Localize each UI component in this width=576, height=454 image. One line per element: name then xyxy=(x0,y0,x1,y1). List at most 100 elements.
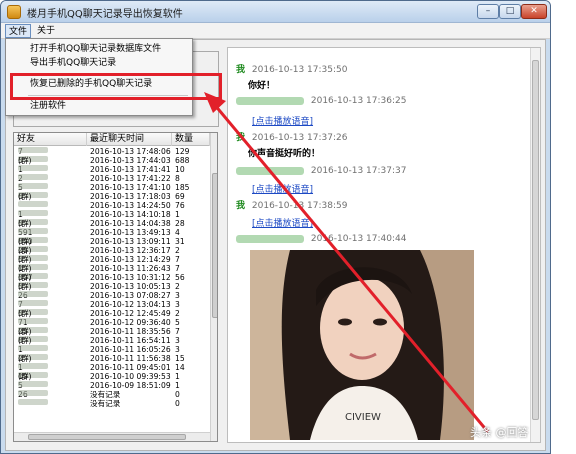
chat-scrollbar[interactable] xyxy=(530,48,540,442)
message-count: 10 xyxy=(175,165,185,174)
list-row[interactable]: 5912016-10-13 13:49:134 xyxy=(14,228,210,237)
message-count: 0 xyxy=(175,399,180,408)
list-row[interactable]: 72016-10-12 13:04:133 xyxy=(14,300,210,309)
highlight-box xyxy=(10,73,222,100)
friend-list[interactable]: 好友 最近聊天时间 数量 72016-10-13 17:48:06129 5(群)… xyxy=(13,132,218,442)
chat-scroll-thumb[interactable] xyxy=(532,60,539,420)
column-count[interactable]: 数量 xyxy=(172,133,210,146)
list-horizontal-scrollbar[interactable] xyxy=(14,432,210,441)
sender-contact-blurred xyxy=(236,234,304,243)
message-text: 你好！ xyxy=(248,81,276,91)
list-row[interactable]: 26没有记录0 xyxy=(14,390,210,399)
photo-illustration: CIVIEW xyxy=(250,250,474,440)
message-count: 3 xyxy=(175,300,180,309)
list-row[interactable]: 12016-10-13 17:41:4110 xyxy=(14,165,210,174)
column-friend[interactable]: 好友 xyxy=(14,133,87,146)
last-chat-time: 2016-10-11 16:54:11 xyxy=(90,336,171,345)
list-row[interactable]: 52016-10-09 18:51:091 xyxy=(14,381,210,390)
list-row[interactable]: 5(群)2016-10-13 12:14:297 xyxy=(14,255,210,264)
last-chat-time: 2016-10-12 12:45:49 xyxy=(90,309,171,318)
last-chat-time: 2016-10-12 09:36:40 xyxy=(90,318,171,327)
message-count: 76 xyxy=(175,201,185,210)
message-header: 2016-10-13 17:36:25 xyxy=(236,96,406,106)
blurred-name xyxy=(18,363,48,369)
list-row[interactable]: 5(群)2016-10-12 12:45:492 xyxy=(14,309,210,318)
list-row[interactable]: 22016-10-13 17:41:228 xyxy=(14,174,210,183)
title-bar[interactable]: 楼月手机QQ聊天记录导出恢复软件 – □ ✕ xyxy=(1,1,550,23)
list-row[interactable]: 12016-10-11 16:05:263 xyxy=(14,345,210,354)
blurred-name xyxy=(18,291,48,297)
column-last-chat-time[interactable]: 最近聊天时间 xyxy=(87,133,172,146)
list-row[interactable]: 1(群)2016-10-13 11:26:437 xyxy=(14,264,210,273)
list-row[interactable]: 52016-10-13 17:41:10185 xyxy=(14,183,210,192)
message-header: 我 2016-10-13 17:38:59 xyxy=(236,198,347,211)
last-chat-time: 2016-10-11 16:05:26 xyxy=(90,345,171,354)
list-scroll-thumb[interactable] xyxy=(212,173,217,318)
last-chat-time: 2016-10-13 17:44:03 xyxy=(90,156,171,165)
menu-bar: 文件 关于 xyxy=(1,23,550,39)
list-row[interactable]: 262016-10-13 07:08:273 xyxy=(14,291,210,300)
last-chat-time: 2016-10-13 13:49:13 xyxy=(90,228,171,237)
message-time: 2016-10-13 17:35:50 xyxy=(251,65,348,75)
message-count: 0 xyxy=(175,390,180,399)
list-row[interactable]: 12016-10-13 14:10:181 xyxy=(14,210,210,219)
message-time: 2016-10-13 17:38:59 xyxy=(251,201,348,211)
list-row[interactable]: 8(群)2016-10-11 16:54:113 xyxy=(14,336,210,345)
list-row[interactable]: 5(群)2016-10-13 14:04:3828 xyxy=(14,219,210,228)
blurred-name xyxy=(18,183,48,189)
blurred-name xyxy=(18,381,48,387)
blurred-name xyxy=(18,201,48,207)
list-row[interactable]: 307(群)2016-10-13 10:31:1256 xyxy=(14,273,210,282)
blurred-name xyxy=(18,318,48,324)
message-header: 我 2016-10-13 17:35:50 xyxy=(236,62,347,75)
message-count: 1 xyxy=(175,372,180,381)
message-count: 1 xyxy=(175,381,180,390)
list-row[interactable]: 712016-10-12 09:36:405 xyxy=(14,318,210,327)
list-row[interactable]: 6(群)2016-10-13 17:18:0369 xyxy=(14,192,210,201)
last-chat-time: 2016-10-10 09:39:53 xyxy=(90,372,171,381)
message-count: 5 xyxy=(175,318,180,327)
message-count: 3 xyxy=(175,336,180,345)
menu-about[interactable]: 关于 xyxy=(34,24,58,38)
minimize-button[interactable]: – xyxy=(477,4,499,19)
last-chat-time: 2016-10-13 07:08:27 xyxy=(90,291,171,300)
last-chat-time: 2016-10-13 17:41:10 xyxy=(90,183,171,192)
close-button[interactable]: ✕ xyxy=(521,4,547,19)
list-row[interactable]: 5(群)2016-10-13 17:44:03688 xyxy=(14,156,210,165)
list-row[interactable]: 12016-10-11 09:45:0114 xyxy=(14,363,210,372)
chat-photo[interactable]: CIVIEW xyxy=(250,250,474,440)
app-icon xyxy=(7,5,21,19)
menu-item-open-database[interactable]: 打开手机QQ聊天记录数据库文件 xyxy=(30,43,161,56)
play-voice-link[interactable]: [点击播放语音] xyxy=(252,216,313,229)
list-row[interactable]: 25(群)2016-10-11 18:35:567 xyxy=(14,327,210,336)
play-voice-link[interactable]: [点击播放语音] xyxy=(252,182,313,195)
message-count: 688 xyxy=(175,156,190,165)
message-count: 1 xyxy=(175,210,180,219)
menu-item-register[interactable]: 注册软件 xyxy=(30,100,66,113)
message-header: 我 2016-10-13 17:37:26 xyxy=(236,130,347,143)
last-chat-time: 2016-10-13 17:41:22 xyxy=(90,174,171,183)
last-chat-time: 没有记录 xyxy=(90,390,121,399)
list-vertical-scrollbar[interactable] xyxy=(210,133,217,441)
message-count: 31 xyxy=(175,237,185,246)
list-row[interactable]: 19(群)2016-10-10 09:39:531 xyxy=(14,372,210,381)
maximize-button[interactable]: □ xyxy=(499,4,521,19)
message-header: 2016-10-13 17:40:44 xyxy=(236,234,406,244)
watermark: 头条 @回答 xyxy=(470,426,529,439)
last-chat-time: 2016-10-13 17:48:06 xyxy=(90,147,171,156)
play-voice-link[interactable]: [点击播放语音] xyxy=(252,114,313,127)
list-hscroll-thumb[interactable] xyxy=(28,434,186,440)
list-row[interactable]: 2(群)2016-10-11 11:56:3815 xyxy=(14,354,210,363)
message-count: 3 xyxy=(175,291,180,300)
message-count: 185 xyxy=(175,183,190,192)
last-chat-time: 2016-10-11 11:56:38 xyxy=(90,354,171,363)
list-row[interactable]: 72016-10-13 17:48:06129 xyxy=(14,147,210,156)
list-row[interactable]: 840(群)2016-10-13 13:09:1131 xyxy=(14,237,210,246)
list-row[interactable]: 没有记录 0 xyxy=(14,399,210,408)
list-row[interactable]: 2016-10-13 14:24:50 76 xyxy=(14,201,210,210)
menu-item-export-records[interactable]: 导出手机QQ聊天记录 xyxy=(30,57,116,70)
list-rows: 72016-10-13 17:48:061295(群)2016-10-13 17… xyxy=(14,147,210,408)
list-row[interactable]: 26(群)2016-10-13 12:36:172 xyxy=(14,246,210,255)
list-row[interactable]: 5(群)2016-10-13 10:05:132 xyxy=(14,282,210,291)
menu-file[interactable]: 文件 xyxy=(5,24,32,38)
